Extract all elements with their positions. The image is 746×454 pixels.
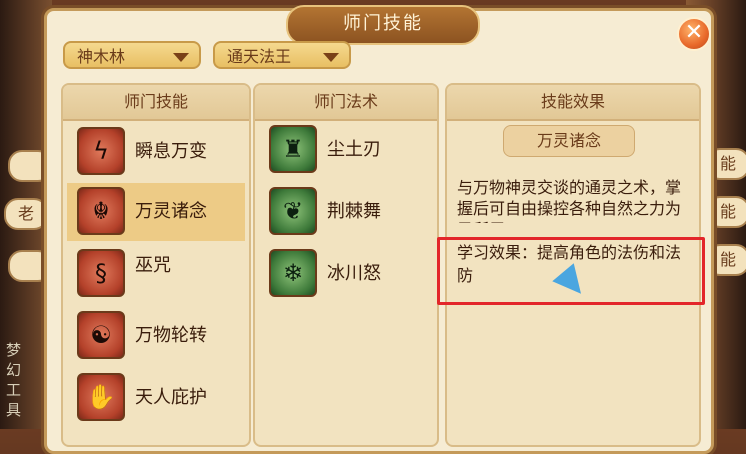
close-button[interactable]: ✕: [677, 17, 711, 51]
spell-item[interactable]: ❦ 荆棘舞: [263, 183, 431, 241]
school-dropdown[interactable]: 神木林: [63, 41, 201, 69]
thorn-icon: ❦: [269, 187, 317, 235]
spell-name: 荆棘舞: [327, 201, 381, 222]
skill-name: 天人庇护: [135, 387, 207, 408]
window-title: 师门技能: [286, 5, 480, 45]
spell-name: 冰川怒: [327, 263, 381, 284]
effect-skill-title: 万灵诸念: [503, 125, 635, 157]
skills-window: 师门技能 ✕ 神木林 通天法王 师门技能 ϟ 瞬息万变 ☬ 万灵诸念 § 巫咒 …: [44, 5, 714, 454]
skill-item[interactable]: § 巫咒: [71, 245, 239, 303]
skill-item[interactable]: ϟ 瞬息万变: [71, 123, 239, 181]
spell-item[interactable]: ❄ 冰川怒: [263, 245, 431, 303]
spells-column-header: 师门法术: [255, 85, 437, 121]
close-icon: ✕: [684, 20, 704, 45]
school-dropdown-value: 神木林: [77, 47, 126, 66]
swirl-icon: §: [77, 249, 125, 297]
rank-dropdown[interactable]: 通天法王: [213, 41, 351, 69]
skills-column: 师门技能 ϟ 瞬息万变 ☬ 万灵诸念 § 巫咒 ☯ 万物轮转 ✋ 天人庇护: [61, 83, 251, 447]
skills-column-header: 师门技能: [63, 85, 249, 121]
figure-icon: ♜: [269, 125, 317, 173]
skill-name: 万物轮转: [135, 325, 207, 346]
lightning-icon: ϟ: [77, 127, 125, 175]
glacier-icon: ❄: [269, 249, 317, 297]
background-vertical-text: 梦幻工具: [6, 341, 22, 419]
skill-name: 万灵诸念: [135, 201, 207, 222]
background-side-tab: 老: [4, 198, 48, 230]
skill-name: 瞬息万变: [135, 141, 207, 162]
skill-item[interactable]: ☯ 万物轮转: [71, 307, 239, 365]
spell-item[interactable]: ♜ 尘土刃: [263, 121, 431, 179]
skill-item-selected[interactable]: ☬ 万灵诸念: [67, 183, 245, 241]
skill-description: 与万物神灵交谈的通灵之术，掌握后可自由操控各种自然之力为己所用。: [457, 178, 682, 223]
chevron-down-icon: [323, 53, 339, 62]
praying-hands-icon: ✋: [77, 373, 125, 421]
effects-column-header: 技能效果: [447, 85, 699, 121]
skill-name: 巫咒: [135, 255, 171, 276]
creature-icon: ☬: [77, 187, 125, 235]
rank-dropdown-value: 通天法王: [227, 47, 292, 66]
spell-name: 尘土刃: [327, 139, 381, 160]
skill-item[interactable]: ✋ 天人庇护: [71, 369, 239, 427]
chevron-down-icon: [173, 53, 189, 62]
yin-yang-icon: ☯: [77, 311, 125, 359]
spells-column: 师门法术 ♜ 尘土刃 ❦ 荆棘舞 ❄ 冰川怒: [253, 83, 439, 447]
